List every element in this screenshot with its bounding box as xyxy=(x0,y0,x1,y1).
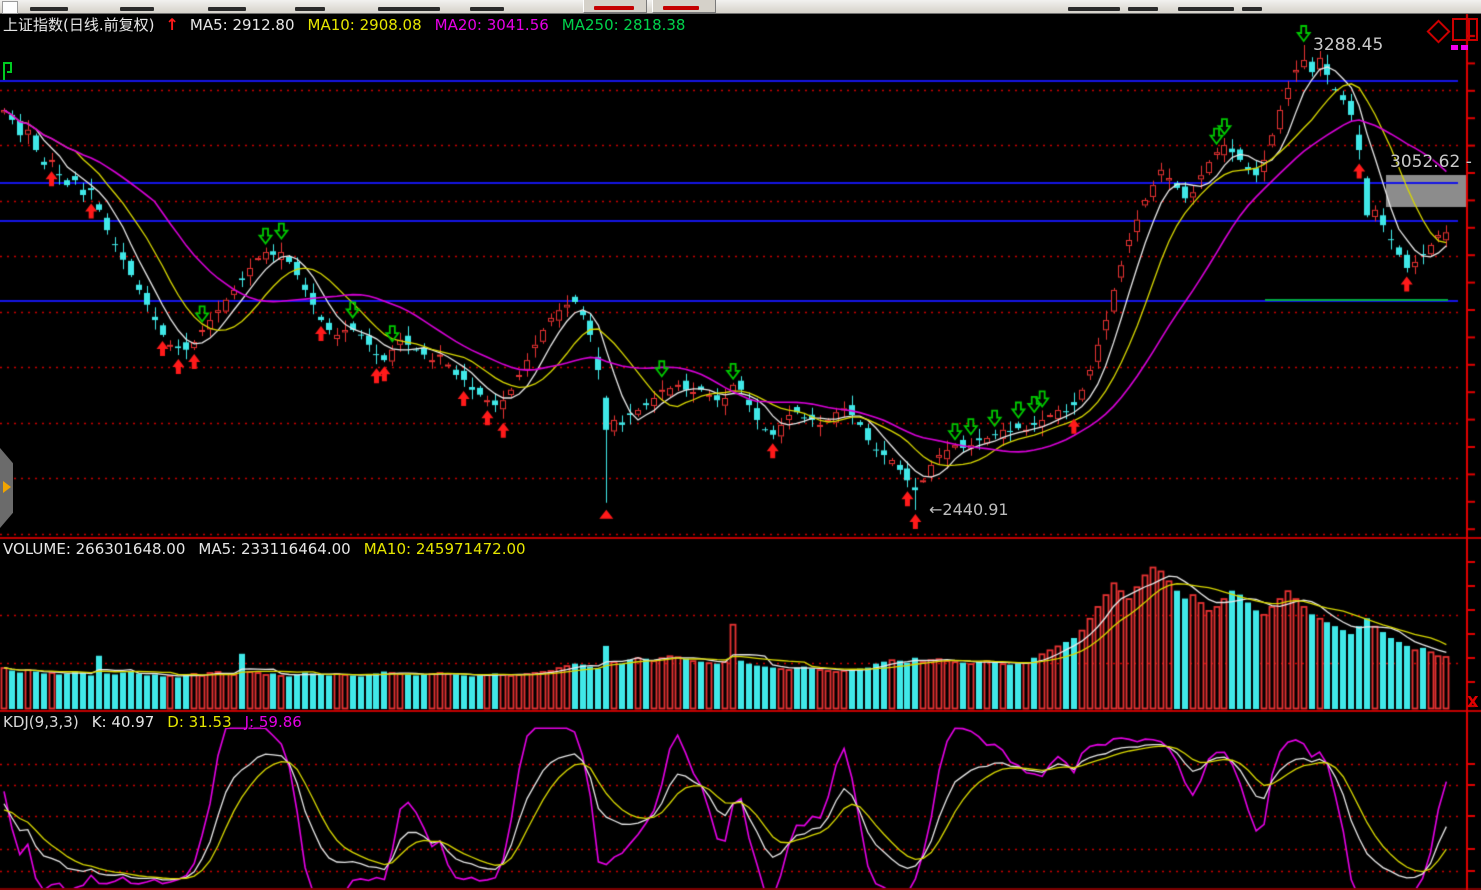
ma5-value: MA5: 2912.80 xyxy=(190,16,295,34)
magenta-dot-icon xyxy=(1461,45,1468,50)
kdj-panel-header: KDJ(9,3,3) K: 40.97 D: 31.53 J: 59.86 xyxy=(3,713,302,731)
peak-price-label: 3288.45 xyxy=(1313,35,1383,55)
menu-item-fragment xyxy=(295,7,325,11)
kdj-d-value: D: 31.53 xyxy=(167,713,231,731)
last-price-label: 3052.62 - xyxy=(1390,152,1472,172)
gap-marker-icon xyxy=(2,60,16,82)
menu-item-fragment xyxy=(1068,7,1120,11)
kdj-k-value: K: 40.97 xyxy=(92,713,155,731)
menu-item-fragment xyxy=(378,7,440,11)
close-pane-icon[interactable]: X xyxy=(1467,693,1479,711)
expand-arrow-icon xyxy=(3,481,11,493)
split-window-icon[interactable] xyxy=(1452,18,1478,41)
ma10-value: MA10: 2908.08 xyxy=(308,16,422,34)
menu-item-fragment xyxy=(1178,7,1234,11)
menu-item-fragment xyxy=(1242,7,1262,11)
volume-panel-header: VOLUME: 266301648.00 MA5: 233116464.00 M… xyxy=(3,540,526,558)
menu-item-fragment xyxy=(470,7,504,11)
toolbar-icon[interactable] xyxy=(2,1,18,14)
low-price-label: ←2440.91 xyxy=(929,500,1009,519)
menu-item-fragment xyxy=(30,7,68,11)
ma20-value: MA20: 3041.56 xyxy=(435,16,549,34)
main-chart-header: 上证指数(日线.前复权) ↑ MA5: 2912.80 MA10: 2908.0… xyxy=(3,16,685,34)
volume-ma5-value: MA5: 233116464.00 xyxy=(198,540,350,558)
up-arrow-icon: ↑ xyxy=(165,16,178,34)
kdj-j-value: J: 59.86 xyxy=(245,713,302,731)
trading-app-window: 上证指数(日线.前复权) ↑ MA5: 2912.80 MA10: 2908.0… xyxy=(0,0,1481,890)
toolbar-button-label-fragment xyxy=(594,6,634,10)
toolbar-button[interactable] xyxy=(583,0,647,13)
toolbar-button-label-fragment xyxy=(663,6,699,10)
volume-value: VOLUME: 266301648.00 xyxy=(3,540,185,558)
menu-item-fragment xyxy=(120,7,154,11)
volume-ma10-value: MA10: 245971472.00 xyxy=(364,540,526,558)
ma250-value: MA250: 2818.38 xyxy=(562,16,686,34)
magenta-dot-icon xyxy=(1451,45,1458,50)
menu-item-fragment xyxy=(208,7,246,11)
toolbar-button[interactable] xyxy=(652,0,716,13)
menu-toolbar[interactable] xyxy=(0,0,1481,14)
kdj-name: KDJ(9,3,3) xyxy=(3,713,79,731)
menu-item-fragment xyxy=(1128,7,1158,11)
symbol-title: 上证指数(日线.前复权) xyxy=(3,16,154,34)
chart-canvas[interactable] xyxy=(0,0,1481,890)
